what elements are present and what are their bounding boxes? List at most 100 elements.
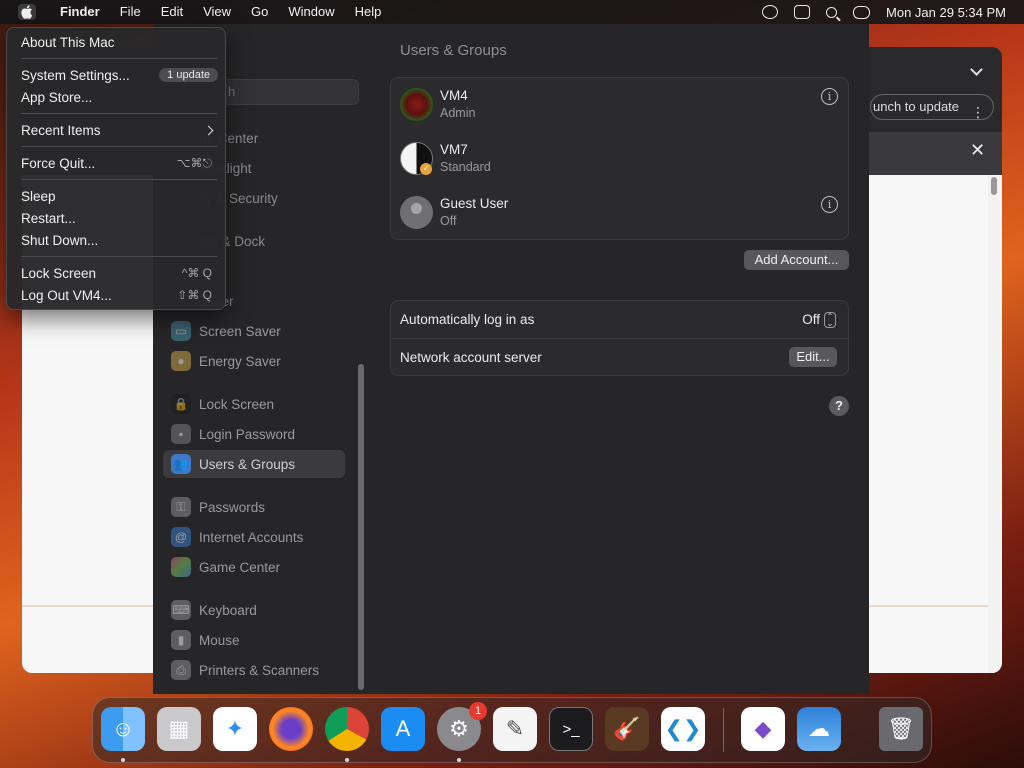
search-icon[interactable] [826, 6, 838, 18]
menu-edit[interactable]: Edit [151, 0, 193, 24]
control-center-icon[interactable] [853, 5, 871, 19]
search-text: h [228, 84, 236, 99]
add-account-button[interactable]: Add Account... [744, 250, 849, 270]
log-out-item[interactable]: Log Out VM4... ⇧⌘ Q [12, 284, 220, 306]
system-settings-icon[interactable]: ⚙ 1 [437, 702, 487, 751]
user-account-icon[interactable] [762, 5, 779, 19]
menu-item-label: Log Out VM4... [21, 287, 112, 303]
sidebar-scrollbar[interactable] [358, 364, 364, 690]
apple-menu-icon[interactable] [18, 4, 36, 20]
sidebar-item-label: Users & Groups [199, 456, 296, 472]
browser-scrollbar[interactable] [988, 175, 1000, 673]
chevron-right-icon [203, 125, 214, 135]
sleep-item[interactable]: Sleep [12, 185, 220, 207]
dock: ☺ ▦ ✦ A ⚙ 1 ✎ >_ 🎸 ❮❯ ◆ ☁ 🗑 [92, 697, 932, 763]
menu-finder[interactable]: Finder [50, 0, 110, 24]
mouse-icon: ▮ [171, 630, 191, 650]
edit-button[interactable]: Edit... [789, 347, 837, 367]
terminal-icon[interactable]: >_ [549, 707, 593, 751]
sidebar-item-lock-screen[interactable]: 🔒 Lock Screen [163, 390, 345, 418]
menu-separator [21, 179, 217, 180]
help-button[interactable]: ? [829, 396, 849, 416]
menu-separator [21, 113, 217, 114]
system-settings-window: h rol Center Spotlight cy & Security top… [153, 24, 869, 694]
sidebar-item-printers-scanners[interactable]: ⎙ Printers & Scanners [163, 656, 345, 684]
recent-items-item[interactable]: Recent Items [12, 119, 220, 141]
close-icon[interactable]: ✕ [970, 140, 985, 161]
passwords-icon: ⚿ [171, 497, 191, 517]
users-list: VM4 Admin i ✓ VM7 Standard Guest User Of… [390, 77, 849, 240]
more-vertical-icon[interactable]: ⋮ [971, 100, 985, 119]
trash-icon[interactable]: 🗑 [879, 707, 923, 751]
app-store-icon[interactable]: A [381, 707, 425, 751]
users-groups-icon: 👥 [171, 454, 191, 474]
sidebar-item-passwords[interactable]: ⚿ Passwords [163, 493, 345, 521]
menubar-status-area: Mon Jan 29 5:34 PM [762, 5, 1024, 20]
menu-help[interactable]: Help [345, 0, 392, 24]
screen-mirroring-icon[interactable] [794, 5, 811, 19]
launchpad-icon[interactable]: ▦ [157, 707, 201, 751]
menu-view[interactable]: View [193, 0, 241, 24]
running-indicator [121, 758, 125, 762]
sidebar-item-login-password[interactable]: ▪ Login Password [163, 420, 345, 448]
scrollbar-thumb[interactable] [991, 177, 997, 195]
sidebar-item-keyboard[interactable]: ⌨ Keyboard [163, 596, 345, 624]
system-settings-item[interactable]: System Settings... 1 update [12, 64, 220, 86]
sidebar-item-energy-saver[interactable]: ● Energy Saver [163, 347, 345, 375]
sidebar-item-game-center[interactable]: Game Center [163, 553, 345, 581]
menu-item-label: Force Quit... [21, 155, 96, 171]
menu-go[interactable]: Go [241, 0, 278, 24]
shut-down-item[interactable]: Shut Down... [12, 229, 220, 251]
menu-separator [21, 256, 217, 257]
menubar-clock[interactable]: Mon Jan 29 5:34 PM [886, 5, 1006, 20]
sidebar-item-label: Internet Accounts [199, 529, 304, 545]
menu-item-label: System Settings... [21, 67, 130, 83]
up-down-chevron-icon: ⌃ ⌄ [824, 311, 836, 328]
user-role: Admin [440, 106, 476, 120]
lock-screen-item[interactable]: Lock Screen ^⌘ Q [12, 262, 220, 284]
visual-studio-icon[interactable]: ◆ [741, 707, 785, 751]
menu-file[interactable]: File [110, 0, 151, 24]
garageband-icon[interactable]: 🎸 [605, 707, 649, 751]
weather-icon[interactable]: ☁ [797, 707, 841, 751]
about-this-mac-item[interactable]: About This Mac [12, 31, 220, 53]
menu-item-label: Sleep [21, 188, 56, 204]
force-quit-item[interactable]: Force Quit... ⌥⌘⎋ [12, 152, 220, 174]
update-badge: 1 update [159, 68, 218, 82]
notification-badge: 1 [469, 702, 487, 720]
menu-item-label: Lock Screen [21, 265, 97, 281]
chevron-down-icon[interactable] [970, 63, 983, 76]
textedit-icon[interactable]: ✎ [493, 707, 537, 751]
sidebar-item-label: Login Password [199, 426, 296, 442]
chrome-icon[interactable] [325, 707, 369, 751]
sidebar-item-label: Passwords [199, 499, 266, 515]
sidebar-item-mouse[interactable]: ▮ Mouse [163, 626, 345, 654]
sidebar-item-screen-saver[interactable]: ▭ Screen Saver [163, 317, 345, 345]
shortcut-label: ^⌘ Q [181, 266, 212, 280]
sidebar-item-label: Lock Screen [199, 396, 275, 412]
auto-login-select[interactable]: Off ⌃ ⌄ [802, 311, 836, 328]
safari-icon[interactable]: ✦ [213, 707, 257, 751]
menu-window[interactable]: Window [278, 0, 344, 24]
user-name: VM7 [440, 142, 468, 157]
user-row-vm7[interactable]: ✓ VM7 Standard [391, 132, 850, 186]
user-role: Off [440, 214, 457, 228]
sidebar-search-input[interactable]: h [221, 79, 359, 105]
info-icon[interactable]: i [821, 196, 838, 213]
vscode-icon[interactable]: ❮❯ [661, 707, 705, 751]
user-row-guest[interactable]: Guest User Off i [391, 186, 850, 240]
guest-user-avatar-icon [400, 196, 433, 229]
sidebar-item-internet-accounts[interactable]: @ Internet Accounts [163, 523, 345, 551]
info-icon[interactable]: i [821, 88, 838, 105]
user-row-vm4[interactable]: VM4 Admin i [391, 78, 850, 132]
sidebar-item-users-groups[interactable]: 👥 Users & Groups [163, 450, 345, 478]
running-indicator [457, 758, 461, 762]
app-store-item[interactable]: App Store... [12, 86, 220, 108]
finder-icon[interactable]: ☺ [101, 707, 145, 751]
menu-separator [21, 58, 217, 59]
restart-item[interactable]: Restart... [12, 207, 220, 229]
page-title: Users & Groups [400, 42, 507, 59]
relaunch-to-update-button[interactable]: unch to update ⋮ [870, 94, 994, 120]
login-password-icon: ▪ [171, 424, 191, 444]
firefox-icon[interactable] [269, 707, 313, 751]
